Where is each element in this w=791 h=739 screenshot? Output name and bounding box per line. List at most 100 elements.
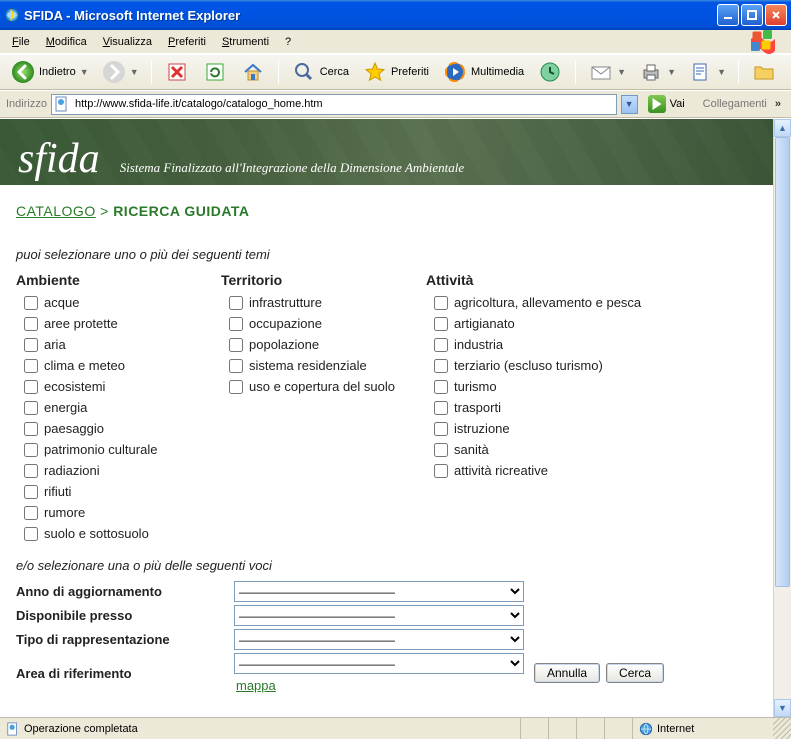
menu-strumenti[interactable]: Strumenti [214,33,277,51]
checkbox-ambiente[interactable] [24,485,38,499]
cerca-button[interactable]: Cerca [606,663,664,683]
annulla-button[interactable]: Annulla [534,663,600,683]
checkbox-ambiente[interactable] [24,443,38,457]
vertical-scrollbar[interactable]: ▲ ▼ [773,119,791,717]
checkbox-territorio[interactable] [229,359,243,373]
checkbox-label[interactable]: sistema residenziale [249,357,367,375]
address-field-wrap[interactable] [51,94,617,115]
search-button[interactable]: Cerca [287,57,354,87]
links-label[interactable]: Collegamenti [695,98,767,110]
checkbox-attivita[interactable] [434,401,448,415]
menu-preferiti[interactable]: Preferiti [160,33,214,51]
scroll-up-button[interactable]: ▲ [774,119,791,137]
checkbox-ambiente[interactable] [24,296,38,310]
checkbox-label[interactable]: trasporti [454,399,501,417]
favorites-button[interactable]: Preferiti [358,57,434,87]
checkbox-attivita[interactable] [434,443,448,457]
scrollbar-thumb[interactable] [775,137,790,587]
checkbox-label[interactable]: occupazione [249,315,322,333]
checkbox-label[interactable]: clima e meteo [44,357,125,375]
chevron-down-icon[interactable]: ▼ [667,67,675,77]
checkbox-label[interactable]: agricoltura, allevamento e pesca [454,294,641,312]
address-input[interactable] [73,97,614,111]
select-anno[interactable]: ————————————— [234,581,524,602]
checkbox-label[interactable]: sanità [454,441,489,459]
window-minimize-button[interactable] [717,4,739,26]
checkbox-label[interactable]: turismo [454,378,497,396]
checkbox-label[interactable]: radiazioni [44,462,100,480]
chevron-down-icon[interactable]: ▼ [80,67,88,77]
chevron-down-icon[interactable]: ▼ [617,67,625,77]
menu-visualizza[interactable]: Visualizza [95,33,160,51]
checkbox-label[interactable]: artigianato [454,315,515,333]
checkbox-attivita[interactable] [434,338,448,352]
checkbox-label[interactable]: rifiuti [44,483,71,501]
stop-button[interactable] [160,57,194,87]
select-tipo[interactable]: ————————————— [234,629,524,650]
checkbox-label[interactable]: terziario (escluso turismo) [454,357,603,375]
checkbox-label[interactable]: suolo e sottosuolo [44,525,149,543]
checkbox-territorio[interactable] [229,338,243,352]
checkbox-label[interactable]: popolazione [249,336,319,354]
checkbox-ambiente[interactable] [24,401,38,415]
resize-grip-icon[interactable] [773,718,791,739]
select-disponibile[interactable]: ————————————— [234,605,524,626]
checkbox-label[interactable]: industria [454,336,503,354]
checkbox-label[interactable]: paesaggio [44,420,104,438]
discuss-button[interactable] [747,57,781,87]
checkbox-attivita[interactable] [434,359,448,373]
mappa-link[interactable]: mappa [236,678,276,693]
checkbox-attivita[interactable] [434,464,448,478]
checkbox-ambiente[interactable] [24,527,38,541]
scrollbar-track[interactable] [774,137,791,699]
checkbox-ambiente[interactable] [24,338,38,352]
checkbox-label[interactable]: infrastrutture [249,294,322,312]
breadcrumb-catalogo-link[interactable]: CATALOGO [16,203,96,219]
forward-button[interactable]: ▼ [97,57,143,87]
checkbox-label[interactable]: aria [44,336,66,354]
checkbox-ambiente[interactable] [24,380,38,394]
checkbox-ambiente[interactable] [24,422,38,436]
go-button[interactable]: Vai [642,93,691,115]
chevron-down-icon[interactable]: ▼ [717,67,725,77]
checkbox-label[interactable]: acque [44,294,79,312]
select-area[interactable]: ————————————— [234,653,524,674]
menu-help[interactable]: ? [277,33,299,51]
checkbox-ambiente[interactable] [24,359,38,373]
checkbox-label[interactable]: attività ricreative [454,462,548,480]
address-dropdown-button[interactable]: ▼ [621,95,638,114]
checkbox-label[interactable]: uso e copertura del suolo [249,378,395,396]
checkbox-attivita[interactable] [434,380,448,394]
checkbox-ambiente[interactable] [24,317,38,331]
checkbox-territorio[interactable] [229,317,243,331]
checkbox-label[interactable]: energia [44,399,87,417]
messenger-button[interactable] [785,57,791,87]
checkbox-ambiente[interactable] [24,464,38,478]
menu-modifica[interactable]: Modifica [38,33,95,51]
checkbox-label[interactable]: aree protette [44,315,118,333]
print-button[interactable]: ▼ [634,57,680,87]
toolbar-overflow-icon[interactable]: » [771,98,785,110]
checkbox-territorio[interactable] [229,380,243,394]
mail-button[interactable]: ▼ [584,57,630,87]
refresh-button[interactable] [198,57,232,87]
checkbox-territorio[interactable] [229,296,243,310]
checkbox-attivita[interactable] [434,422,448,436]
checkbox-label[interactable]: ecosistemi [44,378,105,396]
checkbox-label[interactable]: rumore [44,504,85,522]
back-button[interactable]: Indietro ▼ [6,57,93,87]
edit-button[interactable]: ▼ [684,57,730,87]
checkbox-ambiente[interactable] [24,506,38,520]
window-close-button[interactable] [765,4,787,26]
media-button[interactable]: Multimedia [438,57,529,87]
menu-file[interactable]: File [4,33,38,51]
history-button[interactable] [533,57,567,87]
checkbox-attivita[interactable] [434,296,448,310]
checkbox-label[interactable]: patrimonio culturale [44,441,157,459]
window-maximize-button[interactable] [741,4,763,26]
checkbox-label[interactable]: istruzione [454,420,510,438]
scroll-down-button[interactable]: ▼ [774,699,791,717]
checkbox-attivita[interactable] [434,317,448,331]
chevron-down-icon[interactable]: ▼ [130,67,138,77]
home-button[interactable] [236,57,270,87]
